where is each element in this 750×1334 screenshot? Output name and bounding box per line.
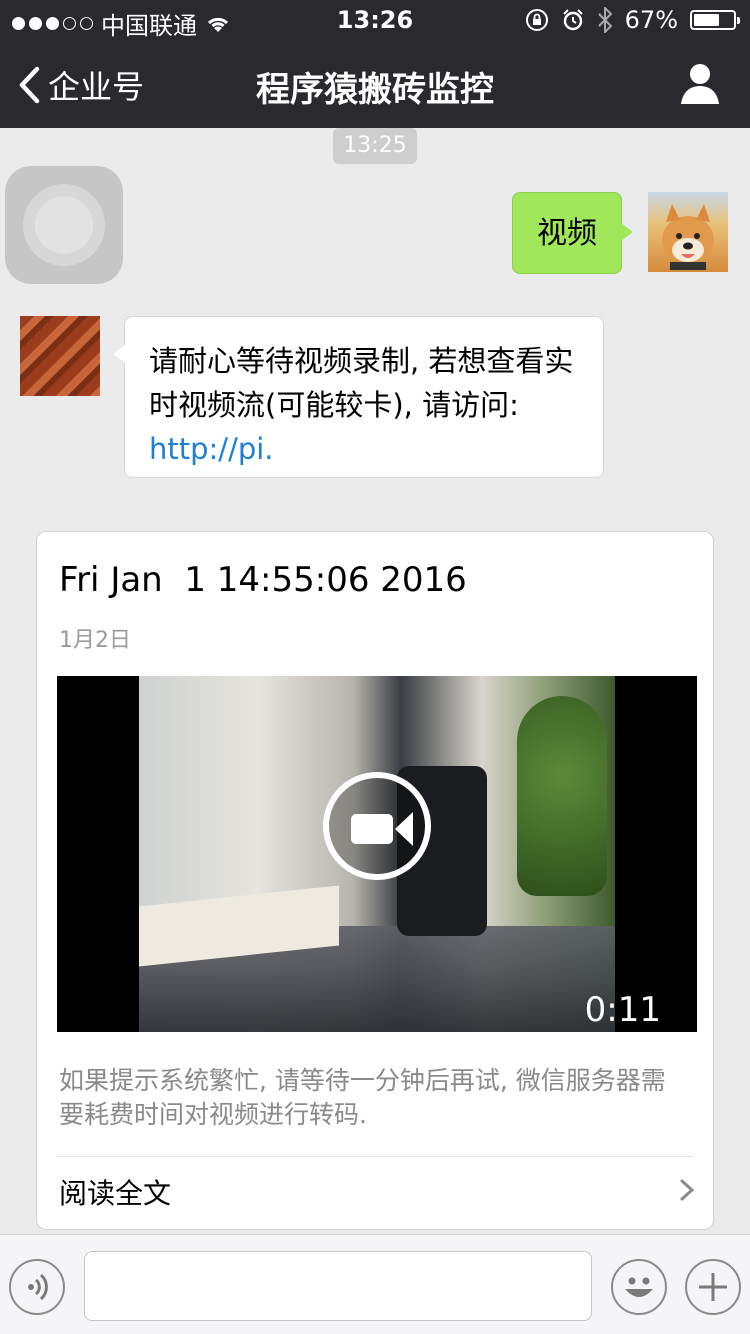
voice-icon <box>28 1273 48 1301</box>
emoji-button[interactable] <box>611 1259 667 1315</box>
orientation-lock-icon <box>525 9 548 31</box>
article-title: Fri Jan 1 14:55:06 2016 <box>59 560 467 600</box>
user-avatar[interactable] <box>648 192 728 272</box>
nav-bar: 企业号 程序猿搬砖监控 <box>0 40 750 128</box>
bluetooth-icon <box>597 7 613 33</box>
sent-message-bubble[interactable]: 视频 <box>512 192 633 274</box>
reply-message-bubble[interactable]: 请耐心等待视频录制, 若想查看实时视频流(可能较卡), 请访问: http://… <box>113 316 604 478</box>
top-bar: 中国联通 13:26 67% 企业号 程序猿搬砖监控 <box>0 0 750 128</box>
article-description: 如果提示系统繁忙, 请等待一分钟后再试, 微信服务器需要耗费时间对视频进行转码. <box>59 1066 666 1129</box>
status-bar: 中国联通 13:26 67% <box>0 0 750 40</box>
video-plant <box>517 696 607 896</box>
alarm-icon <box>562 9 583 31</box>
person-icon[interactable] <box>680 62 720 104</box>
voice-button[interactable] <box>9 1259 65 1315</box>
plus-icon <box>699 1273 727 1301</box>
chat-timestamp: 13:25 <box>333 128 417 164</box>
input-bar <box>0 1234 750 1334</box>
page-title: 程序猿搬砖监控 <box>256 70 494 110</box>
read-all-link[interactable]: 阅读全文 <box>59 1172 171 1212</box>
article-card[interactable]: Fri Jan 1 14:55:06 2016 1月2日 0:11 如果提示系统… <box>36 531 714 1230</box>
chevron-right-icon <box>680 1179 695 1201</box>
article-date: 1月2日 <box>59 628 131 653</box>
app-logo-icon[interactable] <box>5 166 123 284</box>
dog-avatar-icon <box>662 204 714 270</box>
reply-link[interactable]: http://pi. <box>149 432 274 466</box>
video-camera-icon[interactable] <box>323 772 431 880</box>
battery-percent: 67% <box>624 6 678 34</box>
bot-avatar[interactable] <box>20 316 100 396</box>
battery-icon <box>690 10 740 30</box>
reply-text: 请耐心等待视频录制, 若想查看实时视频流(可能较卡), 请访问: <box>149 344 574 422</box>
plus-button[interactable] <box>685 1259 741 1315</box>
status-right: 67% <box>525 6 740 34</box>
message-input[interactable] <box>84 1251 592 1321</box>
video-duration: 0:11 <box>584 990 661 1030</box>
emoji-icon <box>625 1277 653 1297</box>
video-thumbnail[interactable]: 0:11 <box>57 676 697 1032</box>
divider <box>57 1156 693 1157</box>
